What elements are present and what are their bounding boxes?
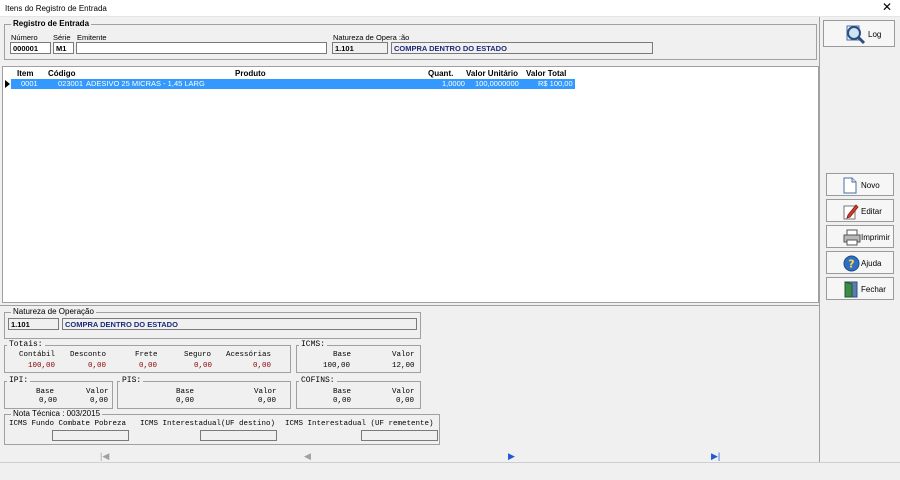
totais-value-desconto: 0,00: [88, 362, 107, 370]
close-icon[interactable]: ✕: [880, 1, 894, 14]
ipi-valor-value: 0,00: [90, 397, 109, 405]
totais-legend: Totais:: [7, 340, 45, 349]
pis-valor-value: 0,00: [258, 397, 277, 405]
cell-valor-total: R$ 100,00: [538, 79, 573, 88]
ipi-base-label: Base: [36, 388, 55, 396]
grid-header-codigo[interactable]: Código: [48, 69, 76, 78]
editar-label: Editar: [861, 207, 882, 216]
numero-label: Número: [11, 33, 38, 42]
help-icon: ?: [843, 255, 860, 272]
grid-header-valor-total[interactable]: Valor Total: [526, 69, 566, 78]
nav-first-button[interactable]: |◀: [100, 451, 109, 462]
numero-field[interactable]: 000001: [10, 42, 51, 54]
natureza-code-field[interactable]: 1.101: [332, 42, 388, 54]
natureza-operacao-legend: Natureza de Operação: [11, 307, 96, 316]
uf-destino-field[interactable]: [200, 430, 277, 441]
title-bar: Itens do Registro de Entrada ✕: [0, 0, 900, 17]
icms-base-label: Base: [333, 351, 352, 359]
cell-quant: 1,0000: [442, 79, 465, 88]
new-document-icon: [843, 177, 857, 194]
fcp-label: ICMS Fundo Combate Pobreza: [9, 420, 127, 428]
grid-header-item[interactable]: Item: [17, 69, 33, 78]
cofins-valor-value: 0,00: [396, 397, 415, 405]
cell-item: 0001: [21, 79, 38, 88]
fcp-field[interactable]: [52, 430, 129, 441]
totais-header-frete: Frete: [135, 351, 158, 359]
icms-base-value: 100,00: [323, 362, 351, 370]
grid-header-valor-unitario[interactable]: Valor Unitário: [466, 69, 518, 78]
editar-button[interactable]: Editar: [826, 199, 894, 222]
pis-legend: PIS:: [120, 376, 144, 385]
printer-icon: [843, 229, 861, 246]
totais-header-seguro: Seguro: [184, 351, 212, 359]
registro-entrada-legend: Registro de Entrada: [11, 19, 92, 28]
cofins-valor-label: Valor: [392, 388, 415, 396]
totais-header-contabil: Contábil: [19, 351, 56, 359]
items-grid[interactable]: [2, 66, 819, 303]
novo-label: Novo: [861, 181, 880, 190]
totais-value-seguro: 0,00: [194, 362, 213, 370]
emitente-field[interactable]: [76, 42, 327, 54]
cofins-base-label: Base: [333, 388, 352, 396]
ipi-valor-label: Valor: [86, 388, 109, 396]
emitente-label: Emitente: [77, 33, 107, 42]
imprimir-label: Imprimir: [861, 233, 890, 242]
uf-destino-label: ICMS Interestadual(UF destino): [140, 420, 276, 428]
totais-value-acessorias: 0,00: [253, 362, 272, 370]
icms-valor-label: Valor: [392, 351, 415, 359]
fechar-label: Fechar: [861, 285, 886, 294]
natureza-desc-field[interactable]: COMPRA DENTRO DO ESTADO: [391, 42, 653, 54]
imprimir-button[interactable]: Imprimir: [826, 225, 894, 248]
cofins-base-value: 0,00: [333, 397, 352, 405]
grid-header-produto[interactable]: Produto: [235, 69, 266, 78]
natureza-label: Natureza de Opera :ão: [333, 33, 410, 42]
icms-valor-value: 12,00: [392, 362, 415, 370]
magnifier-icon: [846, 25, 866, 45]
cell-codigo: 023001: [58, 79, 84, 88]
log-button[interactable]: Log: [823, 20, 895, 47]
ajuda-label: Ajuda: [861, 259, 882, 268]
pis-valor-label: Valor: [254, 388, 277, 396]
divider: [0, 305, 819, 306]
exit-door-icon: [844, 281, 858, 298]
cell-valor-unitario: 100,0000000: [475, 79, 519, 88]
totais-header-desconto: Desconto: [70, 351, 107, 359]
icms-legend: ICMS:: [299, 340, 328, 349]
serie-field[interactable]: M1: [53, 42, 74, 54]
nav-next-button[interactable]: ▶: [508, 451, 515, 462]
cofins-legend: COFINS:: [299, 376, 337, 385]
nav-prev-button[interactable]: ◀: [304, 451, 311, 462]
uf-remetente-label: ICMS Interestadual (UF remetente): [285, 420, 434, 428]
novo-button[interactable]: Novo: [826, 173, 894, 196]
natureza-operacao-desc[interactable]: COMPRA DENTRO DO ESTADO: [62, 318, 417, 330]
ajuda-button[interactable]: ? Ajuda: [826, 251, 894, 274]
pis-base-value: 0,00: [176, 397, 195, 405]
fechar-button[interactable]: Fechar: [826, 277, 894, 300]
serie-label: Série: [53, 33, 71, 42]
svg-text:?: ?: [848, 258, 854, 271]
nav-last-button[interactable]: ▶|: [711, 451, 720, 462]
grid-header-quant[interactable]: Quant.: [428, 69, 453, 78]
row-pointer-icon: [5, 80, 10, 88]
totais-header-acessorias: Acessórias: [226, 351, 272, 359]
table-row[interactable]: 0001 023001 ADESIVO 25 MICRAS - 1,45 LAR…: [11, 79, 575, 89]
log-label: Log: [868, 30, 882, 39]
ipi-base-value: 0,00: [39, 397, 58, 405]
nota-tecnica-legend: Nota Técnica : 003/2015: [11, 409, 103, 418]
natureza-operacao-code[interactable]: 1.101: [8, 318, 59, 330]
pis-base-label: Base: [176, 388, 195, 396]
window-title: Itens do Registro de Entrada: [5, 4, 107, 13]
cell-produto: ADESIVO 25 MICRAS - 1,45 LARG: [86, 79, 205, 88]
status-bar: [0, 462, 900, 480]
uf-remetente-field[interactable]: [361, 430, 438, 441]
totais-value-contabil: 100,00: [28, 362, 56, 370]
totais-value-frete: 0,00: [139, 362, 158, 370]
edit-pencil-icon: [843, 204, 859, 220]
ipi-legend: IPI:: [7, 376, 31, 385]
